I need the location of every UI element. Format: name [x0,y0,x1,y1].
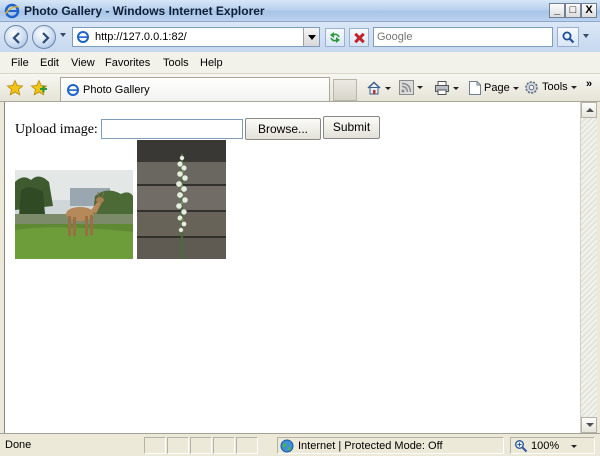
page-menu-icon [469,81,481,95]
tab-photo-gallery[interactable]: Photo Gallery [60,77,330,101]
file-path-input[interactable] [101,119,243,139]
title-bar: Photo Gallery - Windows Internet Explore… [0,0,600,22]
security-zone[interactable]: Internet | Protected Mode: Off [277,437,504,454]
home-button[interactable] [366,80,391,98]
home-icon [367,81,381,95]
tools-menu-label: Tools [542,81,568,94]
navigation-bar: http://127.0.0.1:82/ [0,22,600,52]
close-button[interactable]: X [581,3,597,18]
status-pane [213,437,235,454]
more-commands-chevron[interactable]: » [586,78,592,90]
tab-label: Photo Gallery [83,84,150,96]
status-pane [144,437,166,454]
menu-help[interactable]: Help [200,57,223,69]
stop-button[interactable] [349,28,369,47]
refresh-button[interactable] [325,28,345,47]
menu-file[interactable]: File [11,57,29,69]
scroll-down-button[interactable] [581,417,597,433]
forward-arrow-icon [42,32,50,44]
printer-icon [435,81,449,95]
internet-explorer-icon [4,3,20,19]
zone-text: Internet | Protected Mode: Off [298,440,443,452]
gallery-photo-plant[interactable] [137,140,226,259]
recent-pages-dropdown[interactable] [60,33,66,37]
favorites-center-icon[interactable] [6,79,24,97]
search-input[interactable] [377,30,547,44]
refresh-icon [330,32,340,43]
submit-button[interactable]: Submit [323,116,380,139]
gallery-photo-deer[interactable] [15,170,133,259]
forward-button[interactable] [32,25,56,49]
status-bar: Done Internet | Protected Mode: Off 100% [0,433,600,456]
feeds-button[interactable] [399,80,423,98]
magnifier-icon [562,31,575,44]
page-menu-label: Page [484,81,510,94]
scroll-up-button[interactable] [581,102,597,118]
back-button[interactable] [4,25,28,49]
status-text: Done [5,439,32,451]
zoom-level: 100% [531,440,560,452]
add-to-favorites-icon[interactable] [30,79,48,97]
search-options-dropdown[interactable] [583,34,589,38]
browse-button[interactable]: Browse... [245,118,321,140]
rss-feed-icon [399,80,414,95]
zoom-dropdown[interactable] [571,445,577,448]
status-pane [167,437,189,454]
page-icon [77,31,89,43]
page-menu-button[interactable]: Page [468,80,519,98]
globe-icon [280,439,294,453]
address-text[interactable]: http://127.0.0.1:82/ [95,31,187,43]
window-title: Photo Gallery - Windows Internet Explore… [24,4,265,18]
back-arrow-icon [12,32,20,44]
page-viewport: Upload image: Browse... Submit [4,102,580,433]
search-button[interactable] [557,27,579,47]
menu-edit[interactable]: Edit [40,57,59,69]
status-pane [236,437,258,454]
minimize-button[interactable]: _ [549,3,565,18]
address-dropdown-button[interactable] [303,28,319,46]
address-bar[interactable]: http://127.0.0.1:82/ [72,27,320,47]
maximize-button[interactable]: □ [565,3,581,18]
zoom-control[interactable]: 100% [510,437,595,454]
menu-view[interactable]: View [71,57,95,69]
upload-label: Upload image: [15,122,98,137]
command-bar: Photo Gallery Page Tools » [0,74,600,102]
menu-favorites[interactable]: Favorites [105,57,150,69]
page-icon [67,84,79,96]
new-tab-button[interactable] [333,79,357,101]
gear-icon [525,81,538,94]
search-box[interactable] [373,27,553,47]
tools-menu-button[interactable]: Tools [524,80,577,98]
menu-bar: File Edit View Favorites Tools Help [0,52,600,74]
zoom-icon [515,440,528,453]
menu-tools[interactable]: Tools [163,57,189,69]
vertical-scrollbar[interactable] [580,102,597,433]
print-button[interactable] [434,80,459,98]
status-pane [190,437,212,454]
